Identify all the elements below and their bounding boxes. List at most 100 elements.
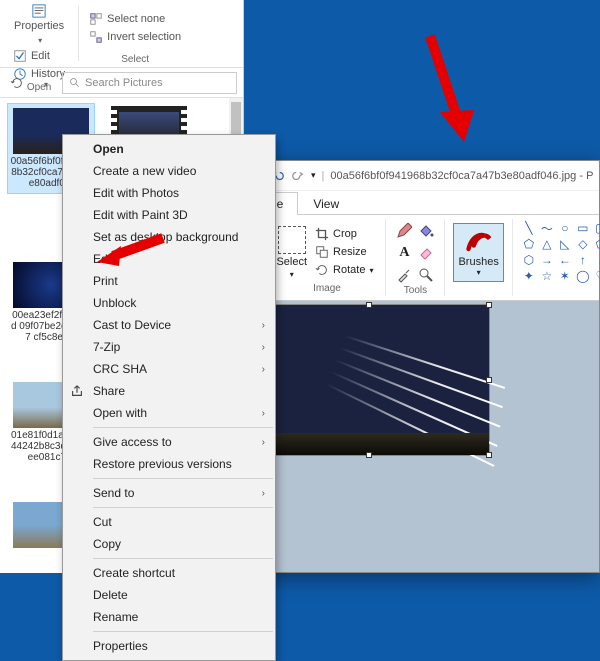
shape-star5-icon[interactable]: ☆ bbox=[539, 269, 555, 283]
menu-item-print[interactable]: Print bbox=[63, 270, 275, 292]
select-label: Select bbox=[276, 256, 307, 268]
pencil-tool[interactable] bbox=[394, 221, 414, 241]
properties-button[interactable]: Properties bbox=[6, 2, 72, 48]
menu-item-properties[interactable]: Properties bbox=[63, 635, 275, 657]
shape-heart-icon[interactable]: ♡ bbox=[593, 269, 600, 283]
shape-arrowr-icon[interactable]: → bbox=[539, 253, 555, 267]
picker-tool[interactable] bbox=[394, 265, 414, 285]
shape-curve-icon[interactable]: 〜 bbox=[539, 221, 555, 235]
image-group: Select ▾ Crop Resize Rotate ▾ bbox=[268, 219, 386, 296]
invert-selection-button[interactable]: Invert selection bbox=[85, 29, 185, 45]
image-group-label: Image bbox=[313, 283, 341, 294]
properties-label: Properties bbox=[14, 20, 64, 32]
annotation-arrow-edit bbox=[95, 230, 165, 270]
magnifier-icon bbox=[418, 267, 434, 283]
shape-roundrect-icon[interactable]: ▢ bbox=[593, 221, 600, 235]
shape-polygon-icon[interactable]: ⬠ bbox=[521, 237, 537, 251]
select-none-label: Select none bbox=[107, 13, 165, 25]
crop-icon bbox=[315, 227, 329, 241]
edit-button[interactable]: Edit bbox=[9, 48, 69, 64]
shape-arrowd-icon[interactable]: ↓ bbox=[593, 253, 600, 267]
menu-item-label: CRC SHA bbox=[93, 362, 147, 376]
menu-item-label: Open bbox=[93, 142, 124, 156]
text-tool[interactable]: A bbox=[394, 243, 414, 263]
menu-item-unblock[interactable]: Unblock bbox=[63, 292, 275, 314]
rotate-icon bbox=[315, 263, 329, 277]
crop-label: Crop bbox=[333, 228, 357, 240]
shape-diamond-icon[interactable]: ◇ bbox=[575, 237, 591, 251]
shape-star6-icon[interactable]: ✶ bbox=[557, 269, 573, 283]
shape-rtriangle-icon[interactable]: ◺ bbox=[557, 237, 573, 251]
qat-dropdown[interactable]: ▾ bbox=[311, 170, 316, 181]
menu-item-share[interactable]: Share bbox=[63, 380, 275, 402]
shape-hexagon-icon[interactable]: ⬡ bbox=[521, 253, 537, 267]
shape-arrowl-icon[interactable]: ← bbox=[557, 253, 573, 267]
invert-selection-icon bbox=[89, 30, 103, 44]
menu-item-edit-with-paint-3d[interactable]: Edit with Paint 3D bbox=[63, 204, 275, 226]
eraser-tool[interactable] bbox=[416, 243, 436, 263]
menu-item-edit-with-photos[interactable]: Edit with Photos bbox=[63, 182, 275, 204]
shape-pentagon-icon[interactable]: ⬠ bbox=[593, 237, 600, 251]
submenu-arrow-icon: › bbox=[262, 437, 265, 448]
tools-group: A Tools bbox=[386, 219, 445, 296]
menu-item-create-a-new-video[interactable]: Create a new video bbox=[63, 160, 275, 182]
text-icon: A bbox=[399, 245, 409, 261]
annotation-arrow-paint bbox=[410, 30, 480, 150]
explorer-nav-bar: Search Pictures bbox=[0, 68, 243, 98]
tab-view[interactable]: View bbox=[298, 192, 354, 215]
menu-item-restore-previous-versions[interactable]: Restore previous versions bbox=[63, 453, 275, 475]
menu-item-crc-sha[interactable]: CRC SHA › bbox=[63, 358, 275, 380]
resize-button[interactable]: Resize bbox=[311, 244, 377, 260]
paint-titlebar[interactable]: ▾ | 00a56f6bf0f941968b32cf0ca7a47b3e80ad… bbox=[245, 161, 599, 191]
redo-icon[interactable] bbox=[291, 169, 305, 183]
zoom-tool[interactable] bbox=[416, 265, 436, 285]
select-button[interactable]: Select ▾ bbox=[276, 226, 307, 279]
explorer-ribbon: Properties Edit History Open Selec bbox=[0, 0, 243, 68]
paint-ribbon: t py ard Select ▾ Crop bbox=[245, 215, 599, 301]
brushes-label: Brushes bbox=[458, 256, 498, 268]
context-menu: Open Create a new video Edit with Photos Ed… bbox=[62, 134, 276, 661]
menu-item-cut[interactable]: Cut bbox=[63, 511, 275, 533]
menu-item-7-zip[interactable]: 7-Zip› bbox=[63, 336, 275, 358]
canvas-image[interactable] bbox=[249, 305, 489, 455]
shapes-gallery[interactable]: ╲ 〜 ○ ▭ ▢ ⬠ △ ◺ ◇ ⬠ ⬡ → ← ↑ ↓ ✦ ☆ bbox=[521, 221, 600, 283]
shape-star4-icon[interactable]: ✦ bbox=[521, 269, 537, 283]
brushes-group: Brushes ▾ bbox=[445, 219, 512, 296]
menu-item-label: Send to bbox=[93, 486, 134, 500]
paint-canvas-area[interactable] bbox=[245, 301, 599, 572]
submenu-arrow-icon: › bbox=[262, 364, 265, 375]
menu-item-label: Properties bbox=[93, 639, 148, 653]
menu-item-give-access-to[interactable]: Give access to› bbox=[63, 431, 275, 453]
menu-item-copy[interactable]: Copy bbox=[63, 533, 275, 555]
menu-item-send-to[interactable]: Send to› bbox=[63, 482, 275, 504]
submenu-arrow-icon: › bbox=[262, 408, 265, 419]
shapes-group: ╲ 〜 ○ ▭ ▢ ⬠ △ ◺ ◇ ⬠ ⬡ → ← ↑ ↓ ✦ ☆ bbox=[513, 219, 600, 296]
menu-item-create-shortcut[interactable]: Create shortcut bbox=[63, 562, 275, 584]
select-none-button[interactable]: Select none bbox=[85, 11, 185, 27]
fill-tool[interactable] bbox=[416, 221, 436, 241]
nav-dropdown-button[interactable] bbox=[34, 72, 56, 94]
menu-item-open[interactable]: Open bbox=[63, 138, 275, 160]
shape-arrowu-icon[interactable]: ↑ bbox=[575, 253, 591, 267]
search-input[interactable]: Search Pictures bbox=[62, 72, 237, 94]
menu-item-delete[interactable]: Delete bbox=[63, 584, 275, 606]
shape-rect-icon[interactable]: ▭ bbox=[575, 221, 591, 235]
menu-item-cast-to-device[interactable]: Cast to Device› bbox=[63, 314, 275, 336]
brushes-button[interactable]: Brushes ▾ bbox=[453, 223, 503, 282]
menu-item-rename[interactable]: Rename bbox=[63, 606, 275, 628]
rotate-button[interactable]: Rotate ▾ bbox=[311, 262, 377, 278]
menu-item-label: Edit with Photos bbox=[93, 186, 179, 200]
crop-button[interactable]: Crop bbox=[311, 226, 377, 242]
submenu-arrow-icon: › bbox=[262, 320, 265, 331]
pencil-icon bbox=[396, 223, 412, 239]
menu-item-open-with[interactable]: Open with› bbox=[63, 402, 275, 424]
brushes-group-label bbox=[477, 283, 480, 294]
paint-tabs: ome View bbox=[245, 191, 599, 215]
brush-icon bbox=[465, 228, 493, 256]
shape-callout-icon[interactable]: ◯ bbox=[575, 269, 591, 283]
menu-item-label: 7-Zip bbox=[93, 340, 120, 354]
shape-oval-icon[interactable]: ○ bbox=[557, 221, 573, 235]
shape-triangle-icon[interactable]: △ bbox=[539, 237, 555, 251]
shape-line-icon[interactable]: ╲ bbox=[521, 221, 537, 235]
refresh-button[interactable] bbox=[6, 72, 28, 94]
